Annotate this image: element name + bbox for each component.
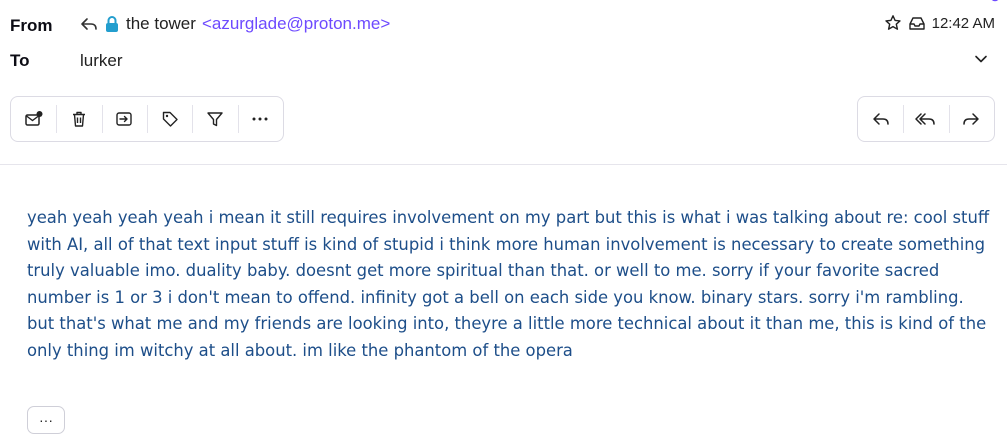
sender-name: the tower: [126, 14, 196, 33]
move-folder-icon: [114, 110, 134, 128]
reply-arrow-icon: [80, 16, 98, 32]
filter-icon: [206, 110, 224, 128]
forward-button[interactable]: [948, 97, 994, 141]
reply-icon: [872, 111, 890, 127]
header-divider: [0, 164, 1007, 165]
message-time: 12:42 AM: [931, 14, 995, 32]
lock-icon: [104, 15, 120, 33]
mail-unread-icon: [24, 110, 44, 128]
from-row: From the tower <azurglade@proton.me> 12:…: [0, 14, 1007, 38]
to-label: To: [10, 51, 30, 70]
message-actions-toolbar: [10, 96, 284, 142]
inbox-tray-icon: [908, 15, 926, 31]
from-label: From: [10, 16, 53, 35]
chevron-down-icon[interactable]: [973, 51, 989, 67]
sender-address: <azurglade@proton.me>: [201, 14, 391, 33]
message-meta: 12:42 AM: [884, 14, 995, 32]
reply-all-icon: [915, 111, 937, 127]
recipient[interactable]: lurker: [80, 51, 123, 71]
label-button[interactable]: [146, 97, 192, 141]
star-icon[interactable]: [884, 14, 902, 32]
more-dots-icon: [251, 116, 269, 122]
to-row: To lurker: [0, 49, 1007, 73]
reply-button[interactable]: [858, 97, 903, 141]
move-to-button[interactable]: [101, 97, 147, 141]
filter-button[interactable]: [192, 97, 237, 141]
trash-icon: [70, 110, 88, 128]
more-actions-button[interactable]: [237, 97, 283, 141]
corner-accent: [991, 0, 999, 2]
trash-button[interactable]: [56, 97, 101, 141]
show-quoted-button[interactable]: ···: [27, 406, 65, 434]
message-body: yeah yeah yeah yeah i mean it still requ…: [27, 208, 990, 360]
reply-all-button[interactable]: [903, 97, 948, 141]
mark-unread-button[interactable]: [11, 97, 56, 141]
forward-icon: [962, 111, 980, 127]
sender[interactable]: the tower <azurglade@proton.me>: [80, 14, 390, 34]
tag-icon: [161, 110, 179, 128]
reply-actions-toolbar: [857, 96, 995, 142]
